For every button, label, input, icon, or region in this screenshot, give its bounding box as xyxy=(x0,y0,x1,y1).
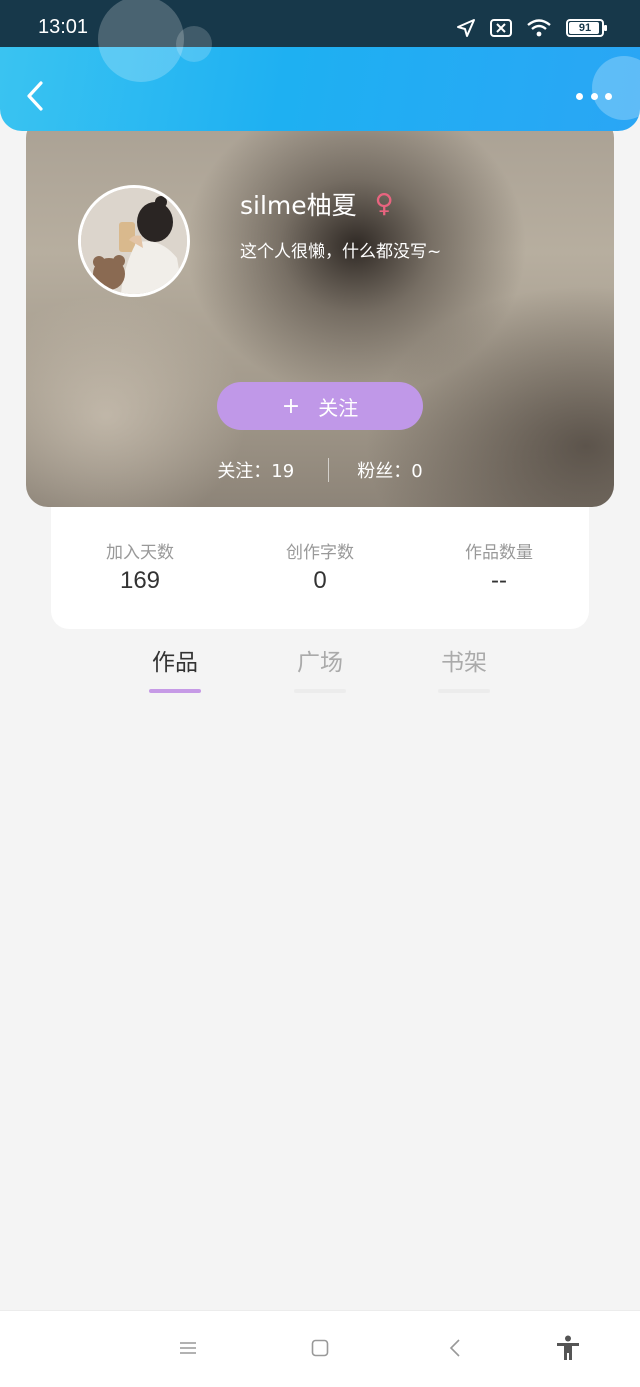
header-bar: 13:01 91 xyxy=(0,0,640,131)
avatar-photo xyxy=(81,188,187,294)
stat-join-days: 加入天数 169 xyxy=(75,538,205,595)
profile-card: silme柚夏 ♀ 这个人很懒，什么都没写~ + 关注 关注：19 粉丝：0 xyxy=(26,116,614,507)
accessibility-icon xyxy=(556,1335,580,1365)
stats-card: 加入天数 169 创作字数 0 作品数量 -- xyxy=(51,490,589,629)
menu-icon xyxy=(179,1340,197,1360)
tab-label: 广场 xyxy=(297,650,343,676)
battery-level: 91 xyxy=(578,22,592,34)
more-dot xyxy=(590,92,598,100)
name-row: silme柚夏 ♀ xyxy=(240,186,394,222)
decorative-bubble xyxy=(176,26,212,62)
tab-works[interactable]: 作品 xyxy=(135,645,215,693)
status-icons: 91 xyxy=(456,16,607,40)
no-sim-icon xyxy=(490,19,512,37)
system-nav-bar xyxy=(0,1310,640,1387)
stat-label: 作品数量 xyxy=(465,543,533,563)
follow-button-label: 关注 xyxy=(318,395,359,420)
chevron-left-icon xyxy=(26,81,44,115)
battery-icon: 91 xyxy=(566,19,607,37)
tab-bookshelf[interactable]: 书架 xyxy=(424,645,504,693)
tab-square[interactable]: 广场 xyxy=(280,645,360,693)
stat-label: 创作字数 xyxy=(286,543,354,563)
back-button[interactable] xyxy=(20,78,50,118)
divider xyxy=(328,458,330,482)
username: silme柚夏 xyxy=(240,191,357,220)
tab-bar: 作品 广场 书架 xyxy=(0,645,640,705)
followers-count[interactable]: 粉丝：0 xyxy=(357,457,422,483)
status-time: 13:01 xyxy=(38,16,89,38)
menu-button[interactable] xyxy=(173,1335,203,1365)
tab-label: 书架 xyxy=(441,650,487,676)
location-arrow-icon xyxy=(456,18,476,38)
wifi-icon xyxy=(526,18,552,38)
home-button[interactable] xyxy=(305,1335,335,1365)
tab-indicator xyxy=(294,689,346,693)
tab-indicator xyxy=(438,689,490,693)
more-options-button[interactable] xyxy=(576,84,612,108)
decorative-bubble xyxy=(98,0,184,82)
more-dot xyxy=(605,92,612,100)
tab-label: 作品 xyxy=(152,650,198,676)
stat-value: 169 xyxy=(119,567,161,594)
bio-text: 这个人很懒，什么都没写~ xyxy=(240,242,442,262)
follow-counts: 关注：19 粉丝：0 xyxy=(26,456,614,484)
accessibility-button[interactable] xyxy=(553,1335,583,1365)
tab-indicator xyxy=(149,689,201,693)
more-dot xyxy=(576,92,583,100)
stat-label: 加入天数 xyxy=(106,543,174,563)
home-square-icon xyxy=(311,1339,329,1361)
plus-icon: + xyxy=(281,393,301,419)
stat-value: -- xyxy=(491,567,507,594)
following-count[interactable]: 关注：19 xyxy=(217,457,294,483)
screen: 13:01 91 silme柚夏 ♀ 这个人很懒，什么都没写~ + 关注 关注：… xyxy=(0,0,640,1387)
stat-value: 0 xyxy=(313,567,327,594)
back-triangle-icon xyxy=(449,1339,461,1361)
back-nav-button[interactable] xyxy=(440,1335,470,1365)
female-icon: ♀ xyxy=(374,189,394,219)
follow-button[interactable]: + 关注 xyxy=(217,382,423,430)
stat-works-count: 作品数量 -- xyxy=(434,538,564,595)
avatar[interactable] xyxy=(78,185,190,297)
stat-word-count: 创作字数 0 xyxy=(255,538,385,595)
